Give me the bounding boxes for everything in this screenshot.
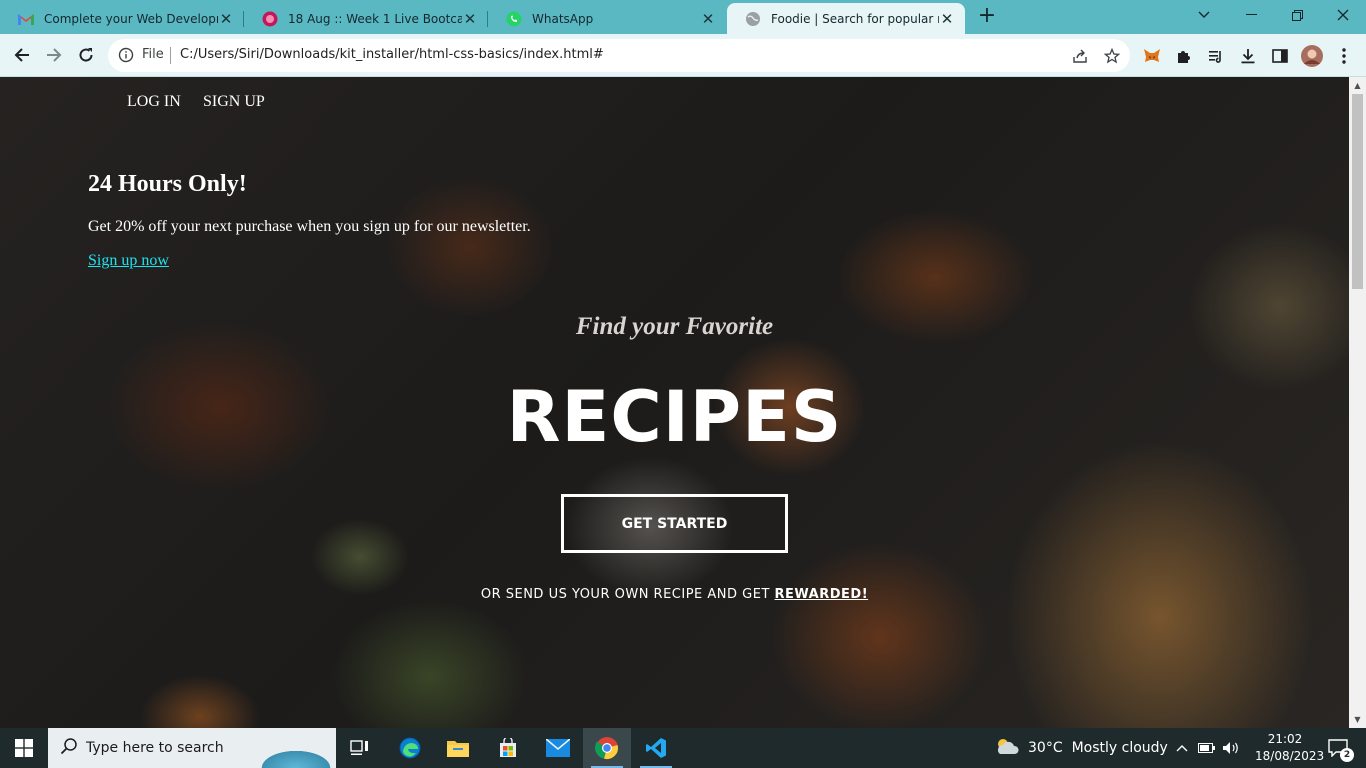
globe-icon bbox=[745, 11, 761, 27]
chrome-icon[interactable] bbox=[583, 728, 631, 768]
notification-center-icon[interactable]: 2 bbox=[1320, 728, 1356, 768]
side-panel-icon[interactable] bbox=[1269, 45, 1291, 67]
restore-button[interactable] bbox=[1274, 0, 1320, 30]
metamask-extension-icon[interactable] bbox=[1141, 45, 1163, 67]
hero-section: LOG IN SIGN UP 24 Hours Only! Get 20% of… bbox=[0, 77, 1349, 728]
rewarded-link[interactable]: REWARDED! bbox=[775, 587, 869, 602]
scroll-down-arrow-icon[interactable]: ▼ bbox=[1349, 711, 1366, 728]
windows-taskbar: Type here to search 30°C Mostly cloudy 2… bbox=[0, 728, 1366, 768]
tab-foodie-active[interactable]: Foodie | Search for popular recip ✕ bbox=[727, 3, 965, 34]
search-placeholder: Type here to search bbox=[86, 740, 224, 756]
vscode-icon[interactable] bbox=[632, 728, 680, 768]
taskbar-search-box[interactable]: Type here to search bbox=[48, 728, 336, 768]
tab-close-icon[interactable]: ✕ bbox=[462, 11, 478, 27]
tab-gmail[interactable]: Complete your Web Developmen ✕ bbox=[0, 3, 244, 34]
gmail-icon bbox=[18, 11, 34, 27]
tab-close-icon[interactable]: ✕ bbox=[218, 11, 234, 27]
share-icon[interactable] bbox=[1070, 46, 1090, 66]
new-tab-button[interactable]: + bbox=[975, 5, 999, 29]
tab-close-icon[interactable]: ✕ bbox=[700, 11, 716, 27]
volume-icon[interactable] bbox=[1220, 728, 1242, 768]
scroll-thumb[interactable] bbox=[1352, 94, 1363, 289]
url-text[interactable]: C:/Users/Siri/Downloads/kit_installer/ht… bbox=[180, 47, 604, 62]
weather-temp: 30°C bbox=[1028, 740, 1063, 756]
page-viewport: LOG IN SIGN UP 24 Hours Only! Get 20% of… bbox=[0, 77, 1349, 728]
clock-time: 21:02 bbox=[1267, 732, 1303, 746]
tab-title: Complete your Web Developmen bbox=[44, 11, 218, 26]
tab-title: Foodie | Search for popular recip bbox=[771, 11, 939, 26]
scroll-up-arrow-icon[interactable]: ▲ bbox=[1349, 77, 1366, 94]
profile-avatar[interactable] bbox=[1301, 45, 1323, 67]
hero-subtitle: Find your Favorite bbox=[575, 313, 774, 340]
edge-browser-icon[interactable] bbox=[386, 728, 434, 768]
browser-toolbar: File C:/Users/Siri/Downloads/kit_install… bbox=[0, 34, 1366, 77]
clock-date: 18/08/2023 bbox=[1255, 749, 1325, 763]
battery-icon[interactable] bbox=[1196, 728, 1218, 768]
windows-start-icon[interactable] bbox=[0, 728, 48, 768]
tab-title: 18 Aug :: Week 1 Live Bootcamp bbox=[288, 11, 462, 26]
minimize-button[interactable] bbox=[1228, 0, 1274, 30]
microsoft-store-icon[interactable] bbox=[484, 728, 532, 768]
bookmark-star-icon[interactable] bbox=[1102, 46, 1122, 66]
tab-whatsapp[interactable]: WhatsApp ✕ bbox=[488, 3, 726, 34]
info-icon[interactable] bbox=[118, 47, 134, 67]
download-icon[interactable] bbox=[1237, 45, 1259, 67]
file-explorer-icon[interactable] bbox=[434, 728, 482, 768]
tray-chevron-up-icon[interactable] bbox=[1172, 728, 1192, 768]
signup-link[interactable]: SIGN UP bbox=[203, 93, 265, 111]
notification-badge: 2 bbox=[1340, 748, 1354, 762]
extensions-puzzle-icon[interactable] bbox=[1173, 45, 1195, 67]
newsletter-signup-link[interactable]: Sign up now bbox=[88, 252, 169, 270]
browser-menu-icon[interactable] bbox=[1333, 45, 1355, 67]
send-recipe-text: OR SEND US YOUR OWN RECIPE AND GET bbox=[480, 587, 775, 602]
address-bar[interactable]: File C:/Users/Siri/Downloads/kit_install… bbox=[108, 39, 1130, 72]
promo-text: Get 20% off your next purchase when you … bbox=[88, 218, 531, 235]
whatsapp-icon bbox=[506, 11, 522, 27]
forward-arrow-icon[interactable] bbox=[39, 40, 69, 70]
search-icon bbox=[60, 737, 78, 759]
weather-condition: Mostly cloudy bbox=[1071, 740, 1168, 756]
tab-bootcamp[interactable]: 18 Aug :: Week 1 Live Bootcamp ✕ bbox=[244, 3, 488, 34]
browser-tab-strip: Complete your Web Developmen ✕ 18 Aug ::… bbox=[0, 0, 1366, 34]
promo-title: 24 Hours Only! bbox=[88, 171, 247, 197]
back-arrow-icon[interactable] bbox=[7, 40, 37, 70]
media-queue-icon[interactable] bbox=[1205, 45, 1227, 67]
mail-icon[interactable] bbox=[534, 728, 582, 768]
login-link[interactable]: LOG IN bbox=[127, 93, 181, 111]
hero-title: RECIPES bbox=[506, 376, 843, 458]
task-view-icon[interactable] bbox=[336, 728, 384, 768]
tab-close-icon[interactable]: ✕ bbox=[939, 11, 955, 27]
weather-cloud-icon bbox=[994, 736, 1020, 760]
tab-title: WhatsApp bbox=[532, 11, 594, 26]
taskbar-clock[interactable]: 21:02 18/08/2023 bbox=[1255, 731, 1325, 765]
get-started-button[interactable]: GET STARTED bbox=[561, 494, 788, 553]
bootcamp-icon bbox=[262, 11, 278, 27]
weather-widget[interactable]: 30°C Mostly cloudy bbox=[994, 728, 1168, 768]
send-recipe-line: OR SEND US YOUR OWN RECIPE AND GET REWAR… bbox=[0, 587, 1349, 602]
close-window-button[interactable] bbox=[1320, 0, 1366, 30]
reload-icon[interactable] bbox=[71, 40, 101, 70]
tab-search-chevron-icon[interactable] bbox=[1181, 0, 1227, 30]
page-scrollbar[interactable]: ▲ ▼ bbox=[1349, 77, 1366, 728]
scheme-label: File bbox=[142, 47, 164, 62]
